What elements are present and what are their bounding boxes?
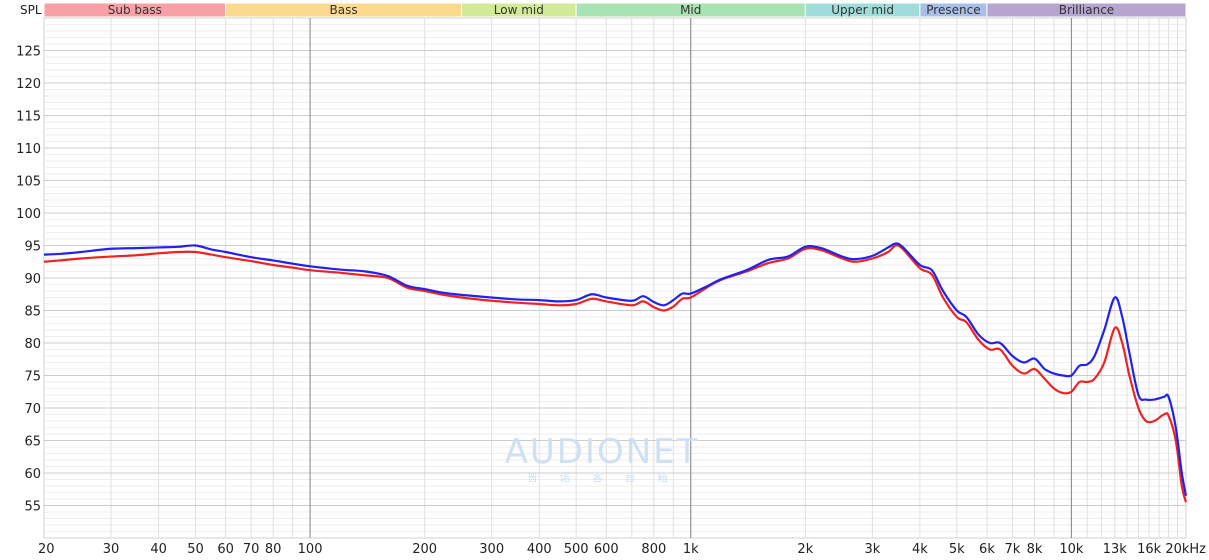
y-tick-label: 55: [24, 500, 41, 515]
watermark-subtext: 普 诺 客 音 箱: [527, 470, 677, 484]
band-label: Low mid: [494, 3, 544, 17]
x-tick-label: 7k: [1005, 542, 1021, 557]
x-tick-label: 16k: [1137, 542, 1162, 557]
x-tick-label: 2k: [797, 542, 813, 557]
y-tick-label: 115: [16, 110, 41, 125]
band-label: Upper mid: [831, 3, 894, 17]
x-axis-ticks: 20 30 40 50 60 70 80 100 200 300 400 500 600 800 1k 2k 3…: [38, 542, 1206, 557]
y-tick-label: 60: [24, 467, 41, 482]
y-tick-label: 105: [16, 175, 41, 190]
y-tick-label: 75: [24, 370, 41, 385]
watermark-text: AUDIONET: [505, 432, 700, 472]
x-tick-label: 800: [641, 542, 666, 557]
x-tick-label: 80: [265, 542, 282, 557]
band-label: Brilliance: [1059, 3, 1114, 17]
x-tick-label: 200: [412, 542, 437, 557]
x-tick-label: 8k: [1027, 542, 1043, 557]
y-tick-label: 95: [24, 240, 41, 255]
x-tick-label: 40: [150, 542, 167, 557]
x-tick-label: 30: [103, 542, 120, 557]
x-tick-label: 50: [187, 542, 204, 557]
y-tick-label: 125: [16, 45, 41, 60]
x-tick-label: 13k: [1103, 542, 1128, 557]
y-tick-label: 100: [16, 207, 41, 222]
watermark: AUDIONET 普 诺 客 音 箱: [505, 432, 700, 484]
x-tick-label: 10k: [1059, 542, 1084, 557]
y-tick-label: 90: [24, 272, 41, 287]
x-tick-label: 20kHz: [1165, 542, 1206, 557]
y-tick-label: 85: [24, 305, 41, 320]
band-label: Presence: [926, 3, 980, 17]
frequency-response-chart: SPL Sub bass Bass Low mid Mid Upper mid Prese…: [16, 2, 1206, 557]
y-tick-label: 65: [24, 435, 41, 450]
band-label: Bass: [330, 3, 358, 17]
x-tick-label: 3k: [864, 542, 880, 557]
x-tick-label: 6k: [979, 542, 995, 557]
y-axis-ticks: 55 60 65 70 75 80 85 90 95 100 105 110 115 120 125: [16, 45, 41, 515]
y-tick-label: 110: [16, 142, 41, 157]
x-tick-label: 20: [38, 542, 55, 557]
frequency-bands: Sub bass Bass Low mid Mid Upper mid Presence B…: [43, 2, 1187, 18]
x-tick-label: 500: [564, 542, 589, 557]
x-tick-label: 4k: [912, 542, 928, 557]
x-tick-label: 1k: [683, 542, 699, 557]
x-tick-label: 400: [527, 542, 552, 557]
x-tick-label: 600: [594, 542, 619, 557]
y-tick-label: 120: [16, 77, 41, 92]
x-tick-label: 100: [298, 542, 323, 557]
y-tick-label: 80: [24, 337, 41, 352]
band-label: Mid: [680, 3, 701, 17]
x-tick-label: 300: [479, 542, 504, 557]
y-tick-label: 70: [24, 402, 41, 417]
x-tick-label: 60: [217, 542, 234, 557]
y-axis-label: SPL: [20, 3, 42, 17]
x-tick-label: 70: [243, 542, 260, 557]
x-tick-label: 5k: [949, 542, 965, 557]
band-label: Sub bass: [108, 3, 162, 17]
